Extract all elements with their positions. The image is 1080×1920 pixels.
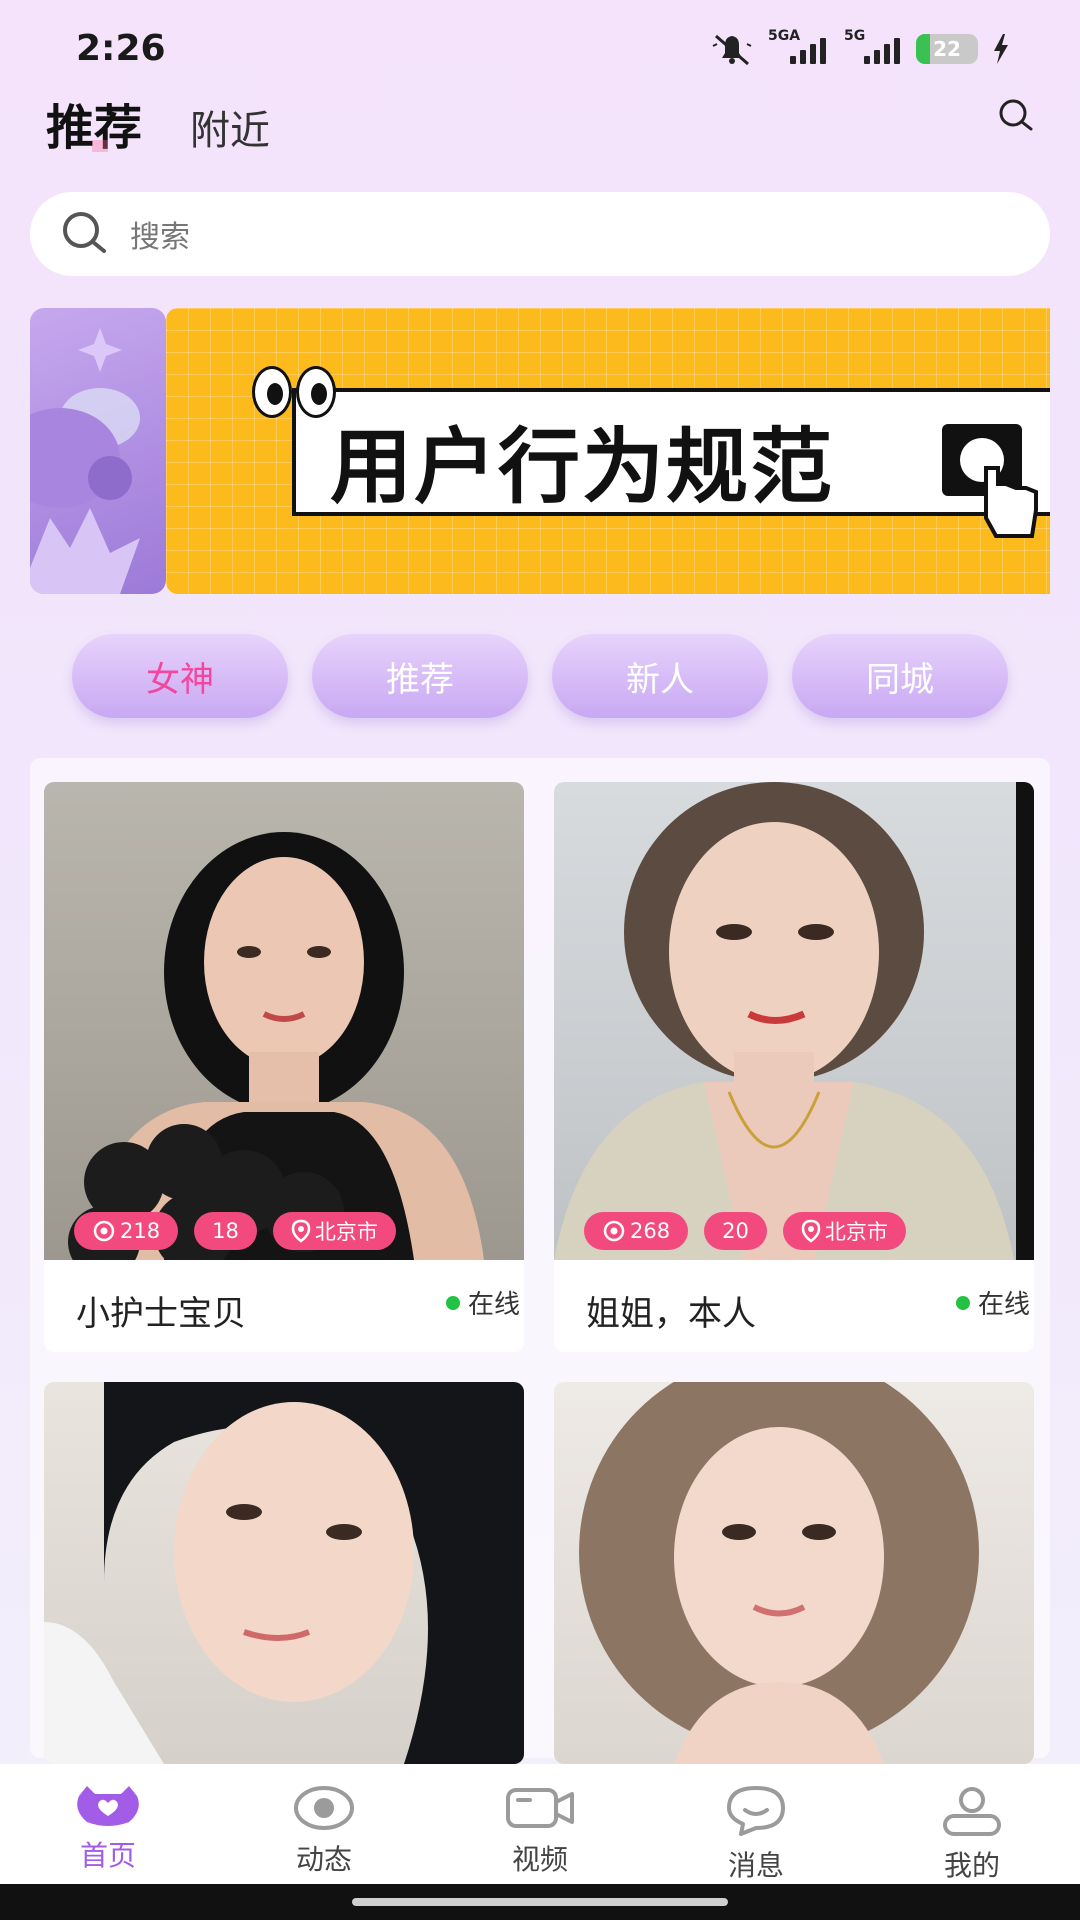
mute-bell-icon	[712, 34, 752, 66]
network-label-2: 5G	[844, 28, 866, 44]
eye-icon	[294, 1786, 354, 1830]
profile-card[interactable]: 268 20 北京市 姐姐，本人 在线	[554, 782, 1034, 1352]
tab-recommend[interactable]: 推荐	[46, 88, 142, 158]
video-camera-icon	[506, 1788, 574, 1828]
profile-name: 小护士宝贝	[76, 1294, 246, 1334]
status-bar: 2:26 5GA 5G 22	[0, 0, 1080, 100]
city-value: 北京市	[314, 1220, 378, 1244]
system-nav-bar	[0, 1884, 1080, 1920]
age-badge: 18	[194, 1212, 257, 1250]
banner-title: 用户行为规范	[330, 420, 835, 515]
home-heart-icon	[77, 1786, 139, 1826]
nav-messages[interactable]: 消息	[648, 1764, 864, 1884]
views-badge: 268	[584, 1212, 689, 1250]
profile-badges: 218 18 北京市	[74, 1212, 396, 1250]
online-dot-icon	[955, 1295, 970, 1310]
nav-home-label: 首页	[79, 1839, 136, 1872]
network-label-1: 5GA	[768, 28, 801, 44]
home-indicator[interactable]	[352, 1898, 728, 1906]
profile-photo: 268 20 北京市	[554, 782, 1034, 1260]
age-badge: 20	[704, 1212, 767, 1250]
eye-icon	[93, 1220, 115, 1242]
signal-icon: 5GA	[768, 28, 830, 64]
battery-level: 22	[933, 37, 961, 61]
status-icons: 5GA 5G 22	[710, 28, 1010, 66]
decorative-shape-icon	[30, 328, 140, 594]
nav-moments-label: 动态	[295, 1843, 352, 1876]
city-badge: 北京市	[272, 1212, 396, 1250]
search-placeholder: 搜索	[130, 220, 190, 255]
category-goddess[interactable]: 女神	[72, 634, 288, 718]
views-badge: 218	[74, 1212, 179, 1250]
nav-moments[interactable]: 动态	[216, 1764, 432, 1884]
profile-photo	[554, 1382, 1034, 1764]
category-recommend[interactable]: 推荐	[312, 634, 528, 718]
category-newcomer[interactable]: 新人	[552, 634, 768, 718]
profile-info: 姐姐，本人 在线	[554, 1260, 1034, 1352]
nav-profile-label: 我的	[943, 1849, 1000, 1882]
tab-nearby[interactable]: 附近	[190, 98, 270, 156]
online-label: 在线	[467, 1290, 520, 1320]
category-same-city[interactable]: 同城	[792, 634, 1008, 718]
online-dot-icon	[445, 1295, 460, 1310]
chat-bubble-icon	[727, 1786, 785, 1836]
search-icon	[63, 212, 106, 253]
location-pin-icon	[291, 1219, 311, 1243]
views-count: 218	[120, 1219, 161, 1243]
search-icon[interactable]	[996, 96, 1036, 136]
city-value: 北京市	[824, 1220, 888, 1244]
online-status: 在线	[955, 1284, 1030, 1321]
status-time: 2:26	[76, 28, 166, 69]
eye-icon	[603, 1220, 625, 1242]
nav-video[interactable]: 视频	[432, 1764, 648, 1884]
profile-card[interactable]: 218 18 北京市 小护士宝贝 在线	[44, 782, 524, 1352]
battery-icon: 22	[916, 34, 978, 64]
profile-card[interactable]	[44, 1382, 524, 1764]
user-icon	[943, 1787, 1001, 1836]
eyes-icon	[252, 366, 336, 418]
age-value: 18	[212, 1219, 239, 1243]
profile-badges: 268 20 北京市	[584, 1212, 906, 1250]
search-input[interactable]: 搜索	[30, 192, 1050, 276]
profile-card[interactable]	[554, 1382, 1034, 1764]
signal-icon: 5G	[844, 28, 902, 64]
profile-photo	[44, 1382, 524, 1764]
location-pin-icon	[801, 1219, 821, 1243]
city-badge: 北京市	[782, 1212, 906, 1250]
views-count: 268	[630, 1219, 671, 1243]
profile-info: 小护士宝贝 在线	[44, 1260, 524, 1352]
online-status: 在线	[445, 1284, 520, 1321]
bottom-nav: 首页 动态 视频 消息 我的	[0, 1764, 1080, 1884]
banner-previous-slide[interactable]	[30, 308, 166, 594]
pointer-hand-icon	[942, 424, 1038, 538]
top-tabs: 推荐 附近	[46, 88, 270, 158]
category-pills: 女神 推荐 新人 同城	[72, 634, 1008, 718]
nav-messages-label: 消息	[727, 1849, 784, 1882]
nav-home[interactable]: 首页	[0, 1764, 216, 1884]
age-value: 20	[722, 1219, 749, 1243]
nav-video-label: 视频	[511, 1843, 568, 1876]
online-label: 在线	[977, 1290, 1030, 1320]
charging-bolt-icon	[994, 34, 1008, 64]
profile-photo: 218 18 北京市	[44, 782, 524, 1260]
nav-profile[interactable]: 我的	[864, 1764, 1080, 1884]
profile-name: 姐姐，本人	[586, 1294, 756, 1334]
